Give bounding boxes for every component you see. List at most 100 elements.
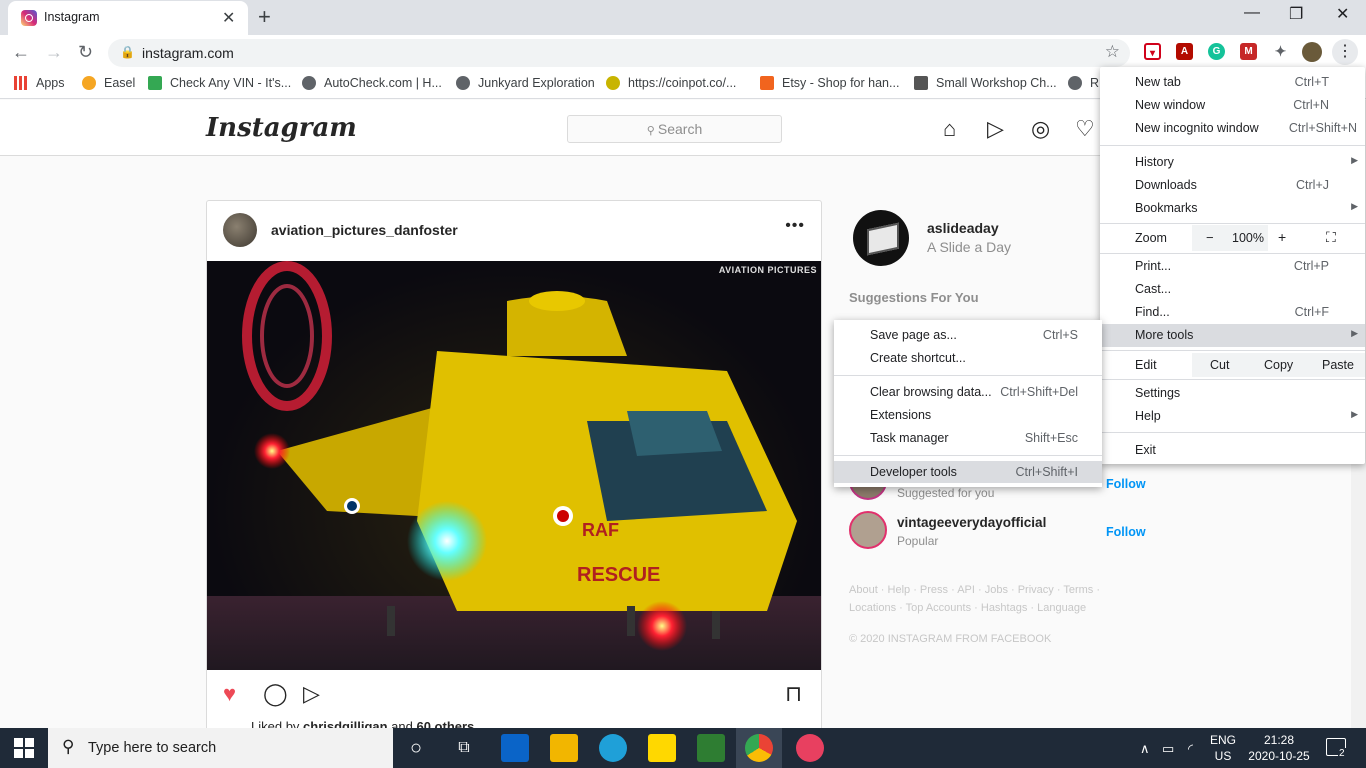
- menu-bookmarks[interactable]: Bookmarks ▶: [1100, 197, 1365, 220]
- wifi-icon[interactable]: ◜: [1188, 741, 1193, 757]
- lock-icon[interactable]: 🔒: [120, 45, 135, 59]
- back-arrow-icon[interactable]: ←: [12, 42, 30, 63]
- bookmark-star-icon[interactable]: ☆: [1105, 42, 1120, 62]
- explore-compass-icon[interactable]: ◎: [1031, 116, 1050, 142]
- bookmark-small-workshop[interactable]: Small Workshop Ch...: [914, 76, 1057, 90]
- menu-separator: [1100, 223, 1365, 224]
- url-text[interactable]: instagram.com: [142, 45, 234, 61]
- menu-new-window[interactable]: New window Ctrl+N: [1100, 94, 1365, 117]
- grammarly-extension-icon[interactable]: G: [1208, 43, 1225, 60]
- menu-find[interactable]: Find... Ctrl+F: [1100, 301, 1365, 324]
- home-icon[interactable]: ⌂: [943, 116, 956, 142]
- comment-icon[interactable]: ◯: [263, 681, 288, 707]
- menu-separator: [1100, 350, 1365, 351]
- mcafee-extension-icon[interactable]: M: [1240, 43, 1257, 60]
- bookmark-check-vin[interactable]: Check Any VIN - It's...: [148, 76, 291, 90]
- new-tab-button[interactable]: +: [258, 4, 271, 30]
- fullscreen-icon[interactable]: ⛶: [1326, 229, 1336, 246]
- language-indicator[interactable]: ENG US: [1210, 732, 1236, 764]
- submenu-arrow-icon: ▶: [1351, 328, 1358, 338]
- pdf-extension-icon[interactable]: A: [1176, 43, 1193, 60]
- file-explorer-icon[interactable]: [550, 734, 578, 762]
- follow-button[interactable]: Follow: [1106, 525, 1146, 539]
- task-view-icon[interactable]: ⧉: [450, 734, 478, 762]
- bookmark-coinpot[interactable]: https://coinpot.co/...: [606, 76, 736, 90]
- instagram-search-input[interactable]: ⚲ Search: [567, 115, 782, 143]
- menu-cast[interactable]: Cast...: [1100, 278, 1365, 301]
- minimize-button[interactable]: —: [1244, 4, 1260, 22]
- footer-links[interactable]: About · Help · Press · API · Jobs · Priv…: [849, 581, 1149, 617]
- tab-title: Instagram: [44, 10, 100, 24]
- pocket-extension-icon[interactable]: ▾: [1144, 43, 1161, 60]
- bookmark-easel[interactable]: Easel: [82, 76, 135, 90]
- paint-app-icon[interactable]: [796, 734, 824, 762]
- menu-exit[interactable]: Exit: [1100, 439, 1365, 462]
- network-icon[interactable]: ▭: [1162, 741, 1174, 757]
- taskbar-clock[interactable]: 21:28 2020-10-25: [1240, 732, 1318, 764]
- menu-separator: [1100, 145, 1365, 146]
- calculator-app-icon[interactable]: [697, 734, 725, 762]
- chrome-menu-button[interactable]: ⋮: [1332, 39, 1358, 65]
- bookmark-apps[interactable]: Apps: [14, 76, 65, 90]
- workshop-icon: [914, 76, 928, 90]
- address-bar[interactable]: 🔒 instagram.com ☆: [108, 39, 1130, 67]
- submenu-extensions[interactable]: Extensions: [834, 404, 1102, 426]
- direct-message-icon[interactable]: ▷: [987, 116, 1004, 142]
- chrome-icon[interactable]: [745, 734, 773, 762]
- menu-history[interactable]: History ▶: [1100, 151, 1365, 174]
- share-icon[interactable]: ▷: [303, 681, 320, 707]
- zoom-out-button[interactable]: −: [1206, 230, 1214, 245]
- forward-arrow-icon[interactable]: →: [45, 42, 63, 63]
- close-window-button[interactable]: ✕: [1336, 4, 1349, 24]
- cortana-icon[interactable]: ○: [402, 734, 430, 762]
- follow-button[interactable]: Follow: [1106, 477, 1146, 491]
- browser-toolbar: ← → ↻ 🔒 instagram.com ☆ ▾ A G M ✦ ⋮: [0, 35, 1366, 69]
- my-username[interactable]: aslideaday: [927, 220, 999, 236]
- zoom-in-button[interactable]: +: [1278, 229, 1286, 245]
- instagram-logo[interactable]: Instagram: [206, 113, 357, 143]
- post-photo[interactable]: RAF RESCUE AVIATION PICTURES: [207, 261, 821, 670]
- post-author-avatar[interactable]: [223, 213, 257, 247]
- show-hidden-icons-icon[interactable]: ∧: [1140, 741, 1150, 757]
- windows-start-icon[interactable]: [14, 738, 34, 758]
- like-heart-icon[interactable]: ♥: [223, 681, 236, 707]
- menu-more-tools[interactable]: More tools ▶: [1100, 324, 1365, 347]
- activity-heart-icon[interactable]: ♡: [1075, 116, 1095, 142]
- edge-browser-icon[interactable]: [599, 734, 627, 762]
- taskbar-search-box[interactable]: ⚲ Type here to search: [48, 728, 393, 768]
- bookmark-etsy[interactable]: Etsy - Shop for han...: [760, 76, 899, 90]
- globe-icon: [1068, 76, 1082, 90]
- my-avatar[interactable]: [853, 210, 909, 266]
- suggestion-username[interactable]: vintageeverydayofficial: [897, 515, 1046, 530]
- save-bookmark-icon[interactable]: ⊓: [785, 681, 802, 707]
- bookmark-junkyard[interactable]: Junkyard Exploration: [456, 76, 595, 90]
- menu-settings[interactable]: Settings: [1100, 382, 1365, 405]
- submenu-task-manager[interactable]: Task manager Shift+Esc: [834, 427, 1102, 449]
- menu-new-tab[interactable]: New tab Ctrl+T: [1100, 71, 1365, 94]
- mail-app-icon[interactable]: [501, 734, 529, 762]
- suggestion-avatar[interactable]: [849, 511, 887, 549]
- submenu-save-page[interactable]: Save page as... Ctrl+S: [834, 324, 1102, 346]
- menu-separator: [1100, 253, 1365, 254]
- reload-icon[interactable]: ↻: [78, 42, 93, 63]
- tab-close-button[interactable]: ✕: [222, 8, 235, 28]
- bookmark-autocheck[interactable]: AutoCheck.com | H...: [302, 76, 442, 90]
- bookmark-r[interactable]: R: [1068, 76, 1099, 90]
- copy-button[interactable]: Copy: [1264, 358, 1293, 372]
- post-author-username[interactable]: aviation_pictures_danfoster: [271, 222, 458, 238]
- menu-downloads[interactable]: Downloads Ctrl+J: [1100, 174, 1365, 197]
- submenu-developer-tools[interactable]: Developer tools Ctrl+Shift+I: [834, 461, 1102, 483]
- menu-new-incognito[interactable]: New incognito window Ctrl+Shift+N: [1100, 117, 1365, 140]
- paste-button[interactable]: Paste: [1322, 358, 1354, 372]
- menu-help[interactable]: Help ▶: [1100, 405, 1365, 428]
- menu-print[interactable]: Print... Ctrl+P: [1100, 255, 1365, 278]
- extensions-puzzle-icon[interactable]: ✦: [1272, 43, 1289, 60]
- submenu-clear-browsing-data[interactable]: Clear browsing data... Ctrl+Shift+Del: [834, 381, 1102, 403]
- submenu-create-shortcut[interactable]: Create shortcut...: [834, 347, 1102, 369]
- post-options-icon[interactable]: •••: [785, 217, 805, 235]
- restore-button[interactable]: ❐: [1289, 4, 1303, 24]
- profile-avatar[interactable]: [1302, 42, 1322, 62]
- sticky-notes-icon[interactable]: [648, 734, 676, 762]
- tab-instagram[interactable]: Instagram ✕: [8, 1, 248, 35]
- cut-button[interactable]: Cut: [1210, 358, 1229, 372]
